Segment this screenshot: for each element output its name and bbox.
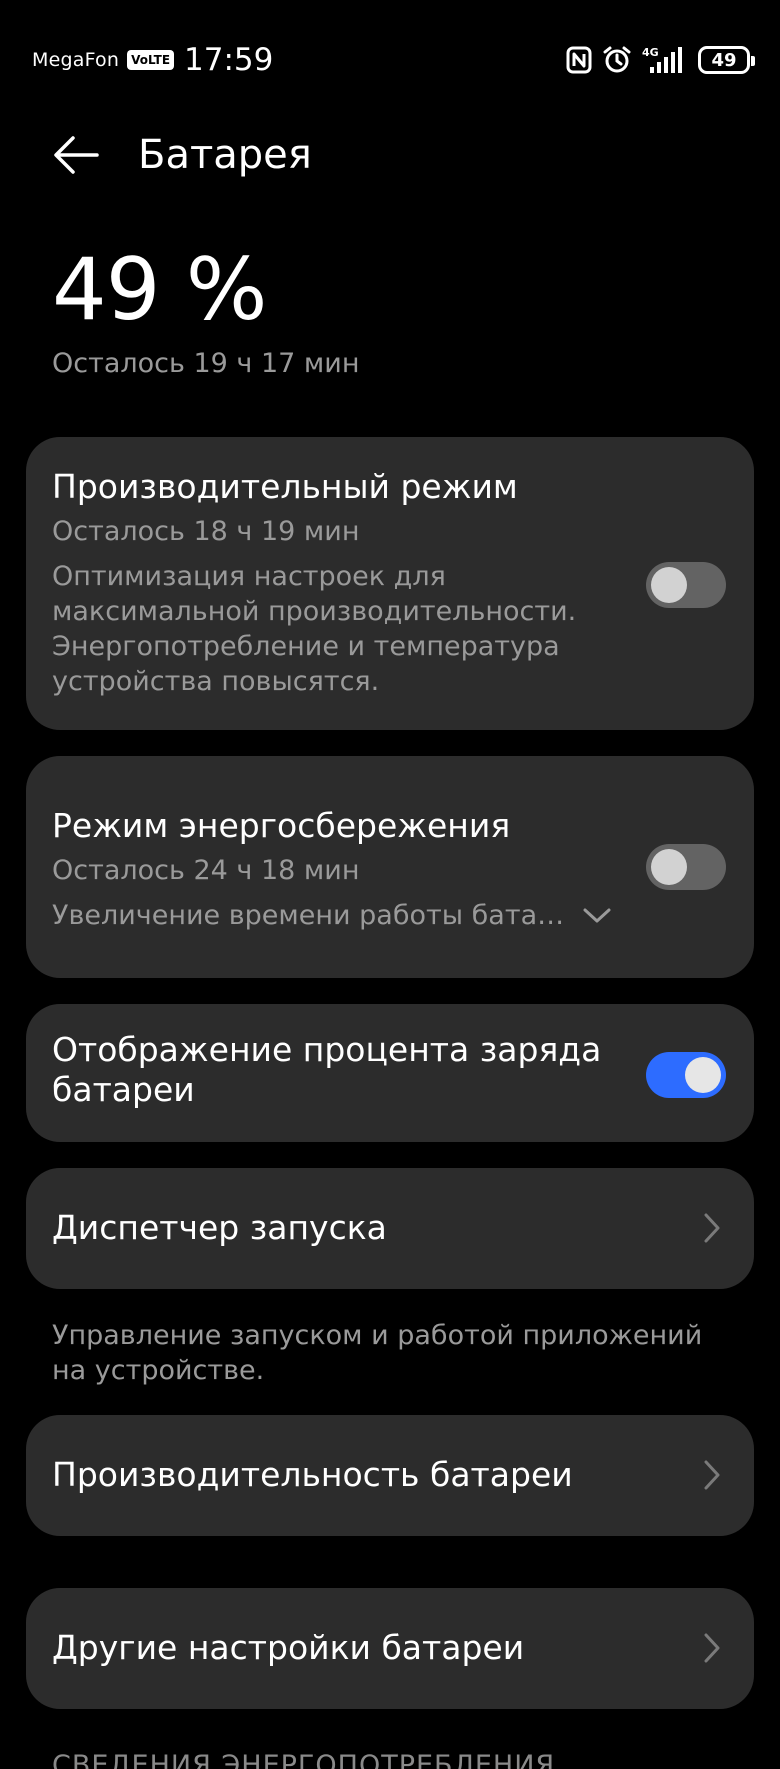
signal-icon: 4G bbox=[642, 45, 688, 75]
chevron-right-icon bbox=[698, 1628, 726, 1668]
battery-performance-card[interactable]: Производительность батареи bbox=[26, 1415, 754, 1536]
battery-remaining-time: Осталось 19 ч 17 мин bbox=[52, 348, 360, 379]
toggle-knob bbox=[685, 1057, 721, 1093]
battery-settings-screen: MegaFon VoLTE 17:59 4G 49 Батарея 49 % О… bbox=[0, 0, 780, 1769]
power-saving-description: Увеличение времени работы бата… bbox=[52, 900, 565, 931]
status-bar-left: MegaFon VoLTE 17:59 bbox=[32, 42, 273, 78]
performance-mode-title: Производительный режим bbox=[52, 467, 518, 506]
chevron-right-icon bbox=[698, 1455, 726, 1495]
battery-icon: 49 bbox=[698, 46, 755, 74]
power-saving-title: Режим энергосбережения bbox=[52, 806, 511, 845]
volte-badge: VoLTE bbox=[127, 50, 175, 70]
status-time: 17:59 bbox=[184, 42, 274, 78]
power-saving-description-row: Увеличение времени работы бата… bbox=[52, 898, 652, 933]
launch-manager-note: Управление запуском и работой приложений… bbox=[52, 1320, 703, 1386]
power-saving-remaining: Осталось 24 ч 18 мин bbox=[52, 855, 360, 886]
carrier-name: MegaFon bbox=[32, 49, 120, 71]
battery-percent-display-title-line2: батареи bbox=[52, 1070, 195, 1109]
power-consumption-section-heading: СВЕДЕНИЯ ЭНЕРГОПОТРЕБЛЕНИЯ bbox=[52, 1750, 556, 1769]
battery-level-text: 49 bbox=[711, 49, 737, 71]
launch-manager-title: Диспетчер запуска bbox=[52, 1208, 387, 1247]
alarm-icon bbox=[602, 45, 632, 75]
power-saving-toggle[interactable] bbox=[646, 844, 726, 890]
toggle-knob bbox=[651, 849, 687, 885]
launch-manager-card[interactable]: Диспетчер запуска bbox=[26, 1168, 754, 1289]
chevron-right-icon bbox=[698, 1208, 726, 1248]
battery-performance-title: Производительность батареи bbox=[52, 1455, 573, 1494]
performance-mode-card[interactable]: Производительный режим Осталось 18 ч 19 … bbox=[26, 437, 754, 730]
back-button[interactable] bbox=[52, 131, 100, 179]
performance-mode-toggle[interactable] bbox=[646, 562, 726, 608]
arrow-left-icon bbox=[54, 136, 99, 174]
battery-percent-display-title-line1: Отображение процента заряда bbox=[52, 1030, 602, 1069]
battery-percent: 49 % bbox=[52, 240, 267, 340]
app-bar: Батарея bbox=[52, 122, 740, 188]
chevron-down-icon[interactable] bbox=[582, 907, 612, 925]
toggle-knob bbox=[651, 567, 687, 603]
status-bar: MegaFon VoLTE 17:59 4G 49 bbox=[32, 36, 755, 84]
page-title: Батарея bbox=[138, 132, 312, 178]
performance-mode-remaining: Осталось 18 ч 19 мин bbox=[52, 516, 360, 547]
nfc-icon bbox=[566, 46, 592, 74]
power-saving-card[interactable]: Режим энергосбережения Осталось 24 ч 18 … bbox=[26, 756, 754, 978]
network-type-label: 4G bbox=[642, 46, 659, 59]
other-battery-settings-card[interactable]: Другие настройки батареи bbox=[26, 1588, 754, 1709]
battery-percent-display-card[interactable]: Отображение процента заряда батареи bbox=[26, 1004, 754, 1142]
status-bar-right: 4G 49 bbox=[566, 45, 755, 75]
other-battery-settings-title: Другие настройки батареи bbox=[52, 1628, 525, 1667]
battery-percent-display-toggle[interactable] bbox=[646, 1052, 726, 1098]
performance-mode-description: Оптимизация настроек для максимальной пр… bbox=[52, 561, 577, 697]
